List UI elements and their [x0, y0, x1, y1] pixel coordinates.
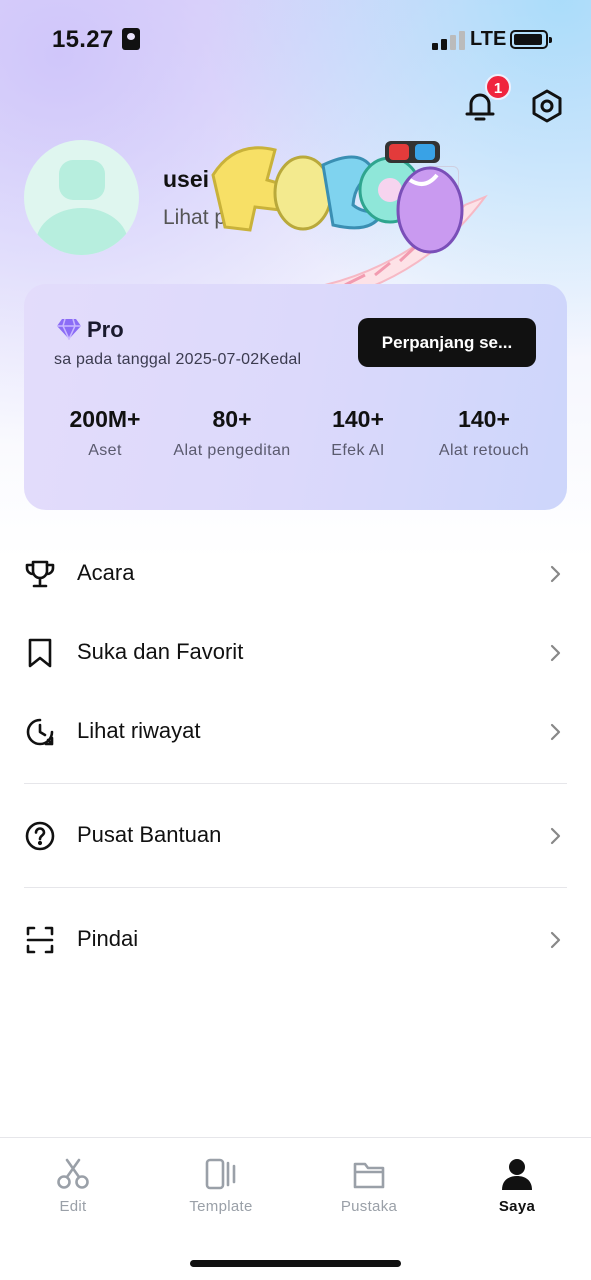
signal-icon [432, 30, 466, 50]
nav-label: Template [189, 1198, 253, 1215]
menu-item-label: Lihat riwayat [77, 718, 201, 743]
stat-ai-effects: 140+ Efek AI [298, 406, 418, 461]
renew-button[interactable]: Perpanjang se... [358, 318, 536, 367]
stat-value: 80+ [212, 406, 252, 432]
bookmark-icon [28, 638, 52, 668]
diamond-icon [57, 318, 81, 340]
menu-item-label: Pusat Bantuan [77, 822, 222, 847]
menu-item-label: Acara [77, 560, 135, 585]
pro-title: Pro [87, 317, 124, 342]
chevron-right-icon [550, 565, 561, 583]
chevron-right-icon [550, 827, 561, 845]
settings-icon[interactable] [528, 87, 566, 125]
menu-item-label: Pindai [77, 926, 139, 951]
stat-retouch-tools: 140+ Alat retouch [424, 406, 544, 461]
chevron-right-icon [550, 931, 561, 949]
menu-item-history[interactable]: Lihat riwayat [0, 702, 591, 762]
chevron-right-icon [550, 644, 561, 662]
template-icon [205, 1158, 236, 1190]
nav-label: Saya [498, 1198, 536, 1215]
user-icon [502, 1159, 532, 1190]
stat-label: Alat pengeditan [173, 442, 291, 459]
notification-badge: 1 [485, 74, 511, 100]
nav-label: Edit [59, 1198, 87, 1215]
portrait-lock-icon [122, 28, 140, 50]
trophy-icon [25, 560, 55, 588]
help-icon [25, 821, 55, 851]
network-type: LTE [470, 28, 507, 50]
menu-item-scan[interactable]: Pindai [0, 910, 591, 970]
scan-icon [26, 926, 54, 954]
sticker-image [211, 141, 488, 295]
nav-label: Pustaka [340, 1198, 398, 1215]
nav-edit[interactable]: Edit [18, 1156, 128, 1215]
stat-label: Alat retouch [438, 442, 530, 459]
stat-label: Aset [88, 442, 122, 459]
menu-item-help-center[interactable]: Pusat Bantuan [0, 806, 591, 866]
bottom-navigation: Edit Template Pustaka Saya [0, 1137, 591, 1280]
pro-membership-card[interactable]: Pro sa pada tanggal 2025-07-02Kedal Perp… [24, 284, 567, 510]
chevron-right-icon [550, 723, 561, 741]
stat-editing-tools: 80+ Alat pengeditan [172, 406, 292, 461]
status-time: 15.27 [52, 26, 114, 53]
avatar[interactable] [24, 140, 139, 255]
home-indicator [190, 1260, 401, 1267]
menu-divider [24, 783, 567, 784]
pro-expiry-text: sa pada tanggal 2025-07-02Kedal [54, 351, 302, 368]
stat-value: 140+ [332, 406, 384, 432]
stat-label: Efek AI [331, 442, 385, 459]
folder-icon [353, 1162, 385, 1189]
status-bar: 15.27 LTE [0, 0, 591, 80]
nav-library[interactable]: Pustaka [314, 1156, 424, 1215]
menu-divider [24, 887, 567, 888]
menu-item-acara[interactable]: Acara [0, 544, 591, 604]
nav-profile[interactable]: Saya [462, 1156, 572, 1215]
stat-assets: 200M+ Aset [45, 406, 165, 461]
battery-icon [510, 30, 552, 49]
stat-value: 140+ [458, 406, 510, 432]
history-icon [26, 718, 54, 746]
nav-template[interactable]: Template [166, 1156, 276, 1215]
scissors-icon [57, 1158, 89, 1189]
stat-value: 200M+ [69, 406, 141, 432]
menu-item-favorites[interactable]: Suka dan Favorit [0, 623, 591, 683]
menu-item-label: Suka dan Favorit [77, 639, 244, 664]
username[interactable]: usei [163, 166, 209, 193]
